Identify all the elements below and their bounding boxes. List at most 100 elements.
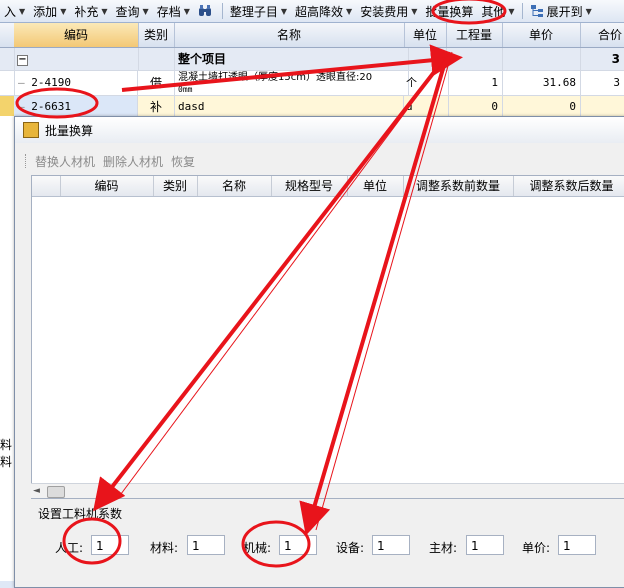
chevron-down-icon: ▼ bbox=[280, 6, 288, 16]
restore-button[interactable]: 恢复 bbox=[171, 153, 195, 170]
header-price[interactable]: 单价 bbox=[502, 23, 581, 47]
row-code-text: 2-6631 bbox=[31, 100, 71, 113]
delete-material-button[interactable]: 删除人材机 bbox=[103, 153, 163, 170]
machine-coef-input[interactable]: 1 bbox=[279, 535, 317, 555]
unit-price-label: 单价: bbox=[522, 541, 551, 555]
main-toolbar: 入 ▼ 添加 ▼ 补充 ▼ 查询 ▼ 存档 ▼ 整理子目 ▼ 超高降效 ▼ 安装… bbox=[0, 0, 624, 23]
expand-label: 展开到 bbox=[546, 4, 583, 19]
organize-menu[interactable]: 整理子目 ▼ bbox=[226, 1, 291, 21]
height-label: 超高降效 bbox=[295, 4, 344, 19]
header-unit[interactable]: 单位 bbox=[404, 23, 447, 47]
toolbar-separator bbox=[521, 3, 523, 19]
chevron-down-icon: ▼ bbox=[346, 6, 353, 16]
binoculars-icon bbox=[198, 5, 211, 16]
chevron-down-icon: ▼ bbox=[183, 6, 190, 16]
scroll-thumb[interactable] bbox=[47, 486, 65, 498]
row-total: 3 bbox=[580, 71, 624, 95]
dialog-toolbar: 替换人材机 删除人材机 恢复 bbox=[25, 151, 203, 171]
row-qty[interactable]: 1 bbox=[446, 71, 503, 95]
horizontal-scrollbar[interactable]: ◄ bbox=[31, 483, 624, 498]
import-menu[interactable]: 入 ▼ bbox=[0, 1, 29, 21]
row-name: dasd bbox=[174, 96, 404, 118]
organize-label: 整理子目 bbox=[229, 4, 278, 19]
supplement-menu[interactable]: 补充 ▼ bbox=[70, 1, 111, 21]
group-toggle-cell: − bbox=[14, 48, 139, 70]
grid-header: 编码 类别 名称 单位 工程量 单价 合价 bbox=[0, 23, 624, 48]
query-label: 查询 bbox=[115, 4, 140, 19]
batch-convert-button[interactable]: 批量换算 bbox=[421, 1, 477, 21]
install-label: 安装费用 bbox=[360, 4, 409, 19]
header-qty-before[interactable]: 调整系数前数量 bbox=[403, 176, 514, 196]
row-type: 借 bbox=[138, 71, 175, 95]
chevron-down-icon: ▼ bbox=[585, 6, 592, 16]
group-total: 3 bbox=[580, 48, 624, 70]
header-spec[interactable]: 规格型号 bbox=[271, 176, 348, 196]
install-menu[interactable]: 安装费用 ▼ bbox=[356, 1, 421, 21]
header-name[interactable]: 名称 bbox=[197, 176, 272, 196]
other-menu[interactable]: 其他 ▼ bbox=[477, 1, 518, 21]
scroll-left-icon[interactable]: ◄ bbox=[33, 484, 40, 498]
row-name-text-cont: 0mm bbox=[178, 85, 193, 94]
chevron-down-icon: ▼ bbox=[142, 6, 149, 16]
row-price: 0 bbox=[502, 96, 581, 118]
toolbar-separator bbox=[221, 3, 223, 19]
find-button[interactable] bbox=[194, 1, 219, 21]
header-corner bbox=[0, 23, 15, 47]
budget-grid: 编码 类别 名称 单位 工程量 单价 合价 − 整个项目 3 — 2-4190 … bbox=[0, 23, 624, 119]
query-menu[interactable]: 查询 ▼ bbox=[112, 1, 153, 21]
collapse-toggle[interactable]: − bbox=[17, 55, 28, 66]
header-name[interactable]: 名称 bbox=[174, 23, 405, 47]
main-material-coef-input[interactable]: 1 bbox=[466, 535, 504, 555]
row-marker bbox=[0, 48, 15, 70]
labor-coef-input[interactable]: 1 bbox=[91, 535, 129, 555]
chevron-down-icon: ▼ bbox=[508, 6, 515, 16]
material-grid-header: 编码 类别 名称 规格型号 单位 调整系数前数量 调整系数后数量 bbox=[32, 176, 624, 197]
batch-convert-dialog: 批量换算 替换人材机 删除人材机 恢复 编码 类别 名称 规格型号 单位 调整系… bbox=[14, 116, 624, 588]
chevron-down-icon: ▼ bbox=[411, 6, 418, 16]
header-code[interactable]: 编码 bbox=[60, 176, 154, 196]
coef-section-title: 设置工料机系数 bbox=[38, 507, 123, 521]
import-label: 入 bbox=[4, 4, 17, 19]
expand-menu[interactable]: 展开到 ▼ bbox=[526, 1, 596, 21]
group-qty-cell bbox=[446, 48, 503, 70]
row-marker bbox=[0, 96, 15, 118]
toolbar-grip bbox=[25, 154, 29, 168]
header-unit[interactable]: 单位 bbox=[347, 176, 404, 196]
background-panel: 料料 bbox=[0, 116, 15, 581]
row-qty[interactable]: 0 bbox=[446, 96, 503, 118]
main-material-label: 主材: bbox=[429, 541, 458, 555]
header-total[interactable]: 合价 bbox=[580, 23, 624, 47]
row-price: 31.68 bbox=[502, 71, 581, 95]
dialog-titlebar[interactable]: 批量换算 bbox=[15, 117, 624, 143]
other-label: 其他 bbox=[481, 4, 506, 19]
material-coef-input[interactable]: 1 bbox=[187, 535, 225, 555]
machine-label: 机械: bbox=[243, 541, 272, 555]
replace-material-button[interactable]: 替换人材机 bbox=[35, 153, 95, 170]
group-row[interactable]: − 整个项目 3 bbox=[0, 48, 624, 71]
header-type[interactable]: 类别 bbox=[153, 176, 198, 196]
supplement-label: 补充 bbox=[74, 4, 99, 19]
tree-expand-icon bbox=[530, 5, 543, 17]
unit-price-coef-input[interactable]: 1 bbox=[558, 535, 596, 555]
save-menu[interactable]: 存档 ▼ bbox=[153, 1, 194, 21]
table-row[interactable]: — 2-4190 借 混凝土墙打透眼（厚度15cm）透眼直径:20 0mm 个 … bbox=[0, 71, 624, 96]
row-code-text: 2-4190 bbox=[31, 76, 71, 89]
group-type-cell bbox=[138, 48, 175, 70]
equipment-coef-input[interactable]: 1 bbox=[372, 535, 410, 555]
material-grid: 编码 类别 名称 规格型号 单位 调整系数前数量 调整系数后数量 bbox=[31, 175, 624, 499]
header-code[interactable]: 编码 bbox=[14, 23, 139, 47]
add-menu[interactable]: 添加 ▼ bbox=[29, 1, 70, 21]
header-corner bbox=[32, 176, 61, 196]
header-type[interactable]: 类别 bbox=[138, 23, 175, 47]
header-qty[interactable]: 工程量 bbox=[446, 23, 503, 47]
equipment-label: 设备: bbox=[336, 541, 365, 555]
header-qty-after[interactable]: 调整系数后数量 bbox=[513, 176, 624, 196]
chevron-down-icon: ▼ bbox=[19, 6, 26, 16]
dialog-title: 批量换算 bbox=[45, 123, 94, 138]
tree-line: — bbox=[18, 100, 25, 113]
height-menu[interactable]: 超高降效 ▼ bbox=[291, 1, 356, 21]
row-code: — 2-4190 bbox=[14, 71, 138, 95]
group-unit-cell bbox=[404, 48, 447, 70]
row-unit: 个 bbox=[404, 71, 449, 95]
group-price-cell bbox=[502, 48, 581, 70]
